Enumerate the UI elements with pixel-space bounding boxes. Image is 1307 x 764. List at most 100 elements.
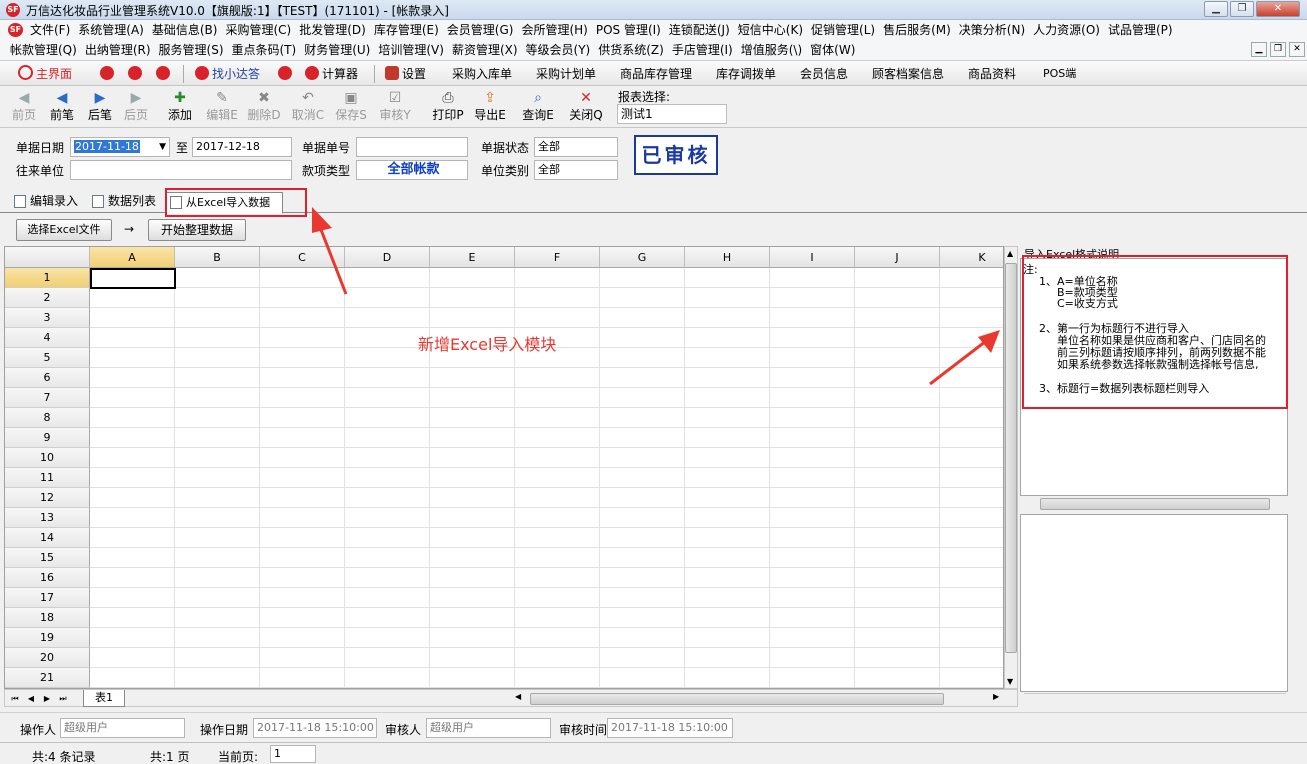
grid-cell[interactable] [515,488,600,508]
quick-link-purchase-plan[interactable]: 采购计划单 [536,65,596,83]
grid-cell[interactable] [600,588,685,608]
grid-cell[interactable] [855,368,940,388]
row-header[interactable]: 21 [5,668,90,688]
grid-cell[interactable] [855,308,940,328]
grid-cell[interactable] [855,528,940,548]
grid-cell[interactable] [940,628,1003,648]
grid-cell[interactable] [940,448,1003,468]
grid-cell[interactable] [430,408,515,428]
grid-cell[interactable] [430,528,515,548]
grid-cell[interactable] [770,468,855,488]
grid-cell[interactable] [855,548,940,568]
toolbar-button-6[interactable]: ✖ 删除D [244,89,284,125]
grid-cell[interactable] [90,328,175,348]
grid-cell[interactable] [430,568,515,588]
grid-cell[interactable] [685,468,770,488]
settings-button[interactable]: 设置 [385,65,426,83]
grid-cell[interactable] [175,488,260,508]
grid-cell[interactable] [685,288,770,308]
menu-item-secondary-1[interactable]: 出纳管理(R) [81,40,155,60]
type-select[interactable]: 全部帐款 [356,160,468,180]
row-header[interactable]: 15 [5,548,90,568]
grid-cell[interactable] [260,508,345,528]
grid-cell[interactable] [175,428,260,448]
grid-cell[interactable] [600,388,685,408]
mdi-close-icon[interactable]: ✕ [1289,42,1305,57]
grid-cell[interactable] [855,428,940,448]
grid-cell[interactable] [175,668,260,688]
grid-cell[interactable] [600,648,685,668]
grid-cell[interactable] [345,608,430,628]
toolbar-button-11[interactable]: ⇪ 导出E [470,89,510,125]
grid-cell[interactable] [940,608,1003,628]
grid-cell[interactable] [515,568,600,588]
grid-cell[interactable] [600,328,685,348]
menu-item-secondary-5[interactable]: 培训管理(V) [374,40,448,60]
column-header[interactable]: E [430,247,515,268]
menu-item-secondary-6[interactable]: 薪资管理(X) [448,40,522,60]
column-header[interactable]: K [940,247,1003,268]
grid-cell[interactable] [770,408,855,428]
grid-cell[interactable] [600,288,685,308]
toolbar-button-8[interactable]: ▣ 保存S [331,89,371,125]
grid-cell[interactable] [260,668,345,688]
grid-cell[interactable] [600,428,685,448]
row-header[interactable]: 12 [5,488,90,508]
row-header[interactable]: 10 [5,448,90,468]
grid-cell[interactable] [260,528,345,548]
grid-cell[interactable] [175,568,260,588]
grid-cell[interactable] [855,348,940,368]
row-header[interactable]: 14 [5,528,90,548]
grid-cell[interactable] [515,548,600,568]
grid-cell[interactable] [685,628,770,648]
grid-cell[interactable] [90,488,175,508]
toolbar-button-9[interactable]: ☑ 审核Y [375,89,415,125]
grid-cell[interactable] [770,668,855,688]
menu-item-primary-3[interactable]: 采购管理(C) [221,20,295,40]
grid-cell[interactable] [345,528,430,548]
date-to-input[interactable]: 2017-12-18 [192,137,292,157]
grid-scroll-thumb[interactable] [1005,263,1017,653]
grid-cell[interactable] [175,548,260,568]
grid-cell[interactable] [515,668,600,688]
menu-item-primary-6[interactable]: 会员管理(G) [443,20,518,40]
grid-cell[interactable] [260,548,345,568]
menu-item-secondary-2[interactable]: 服务管理(S) [155,40,228,60]
grid-cell[interactable] [515,528,600,548]
grid-cell[interactable] [430,648,515,668]
grid-cell[interactable] [90,668,175,688]
grid-cell[interactable] [855,448,940,468]
scroll-up-icon[interactable]: ▲ [1007,249,1013,258]
grid-cell[interactable] [430,388,515,408]
grid-cell[interactable] [685,668,770,688]
grid-cell[interactable] [940,508,1003,528]
toolbar-button-13[interactable]: ✕ 关闭Q [566,89,606,125]
prev-sheet-icon[interactable]: ◀ [25,692,37,705]
grid-cell[interactable] [685,588,770,608]
grid-cell[interactable] [685,548,770,568]
grid-cell[interactable] [345,388,430,408]
menu-item-primary-15[interactable]: 试品管理(P) [1104,20,1177,40]
grid-cell[interactable] [685,408,770,428]
grid-cell[interactable] [260,288,345,308]
scroll-left-icon[interactable]: ◀ [515,692,521,701]
last-sheet-icon[interactable]: ⏭ [57,692,69,705]
grid-cell[interactable] [770,368,855,388]
grid-cell[interactable] [90,348,175,368]
row-header[interactable]: 7 [5,388,90,408]
menu-item-secondary-0[interactable]: 帐款管理(Q) [6,40,81,60]
grid-cell[interactable] [260,428,345,448]
grid-cell[interactable] [90,428,175,448]
grid-cell[interactable] [515,508,600,528]
grid-cell[interactable] [345,268,430,288]
toolbar-button-5[interactable]: ✎ 编辑E [202,89,242,125]
grid-cell[interactable] [345,428,430,448]
grid-cell[interactable] [345,468,430,488]
column-header[interactable]: F [515,247,600,268]
grid-cell[interactable] [345,668,430,688]
column-header[interactable]: J [855,247,940,268]
grid-cell[interactable] [855,468,940,488]
menu-item-secondary-3[interactable]: 重点条码(T) [228,40,301,60]
quick-link-pos[interactable]: POS端 [1043,65,1076,83]
menu-item-primary-10[interactable]: 短信中心(K) [734,20,807,40]
